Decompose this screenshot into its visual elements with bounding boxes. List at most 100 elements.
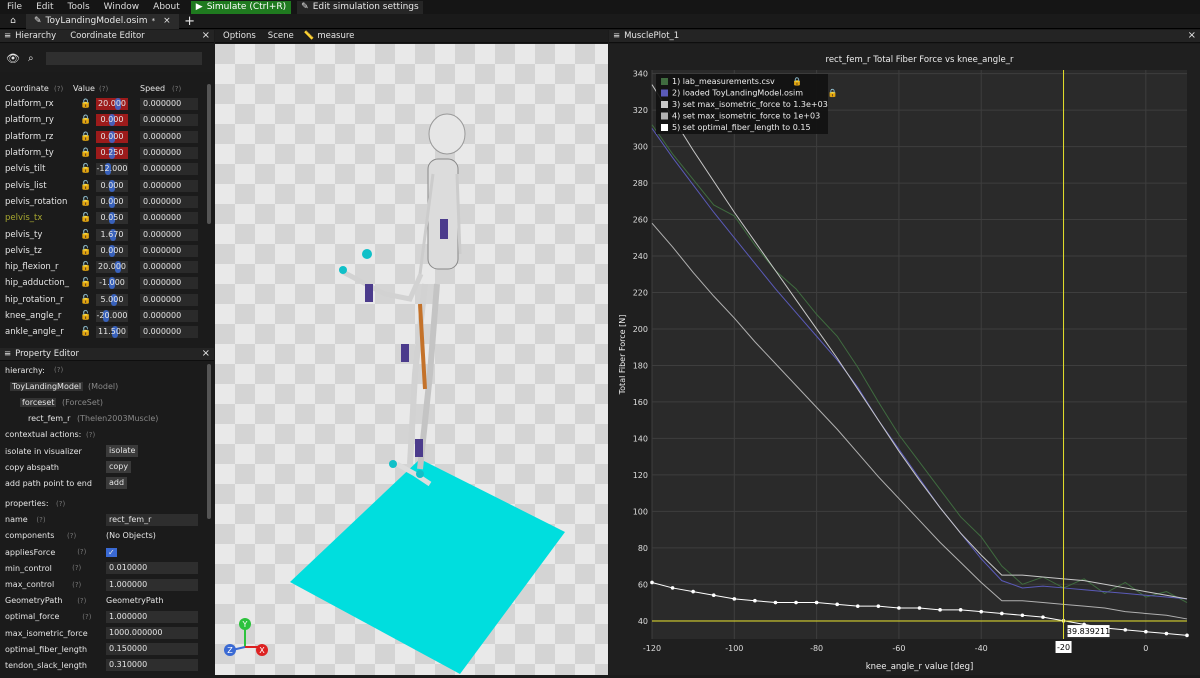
col-coordinate-help: (?) — [54, 85, 64, 93]
coord-speed-field[interactable]: 0.000000 — [140, 195, 198, 208]
unlock-icon[interactable]: 🔓 — [80, 327, 91, 337]
coord-speed-field[interactable]: 0.000000 — [140, 228, 198, 241]
unlock-icon[interactable]: 🔓 — [80, 278, 91, 288]
coord-value-slider[interactable]: 0.000 — [96, 244, 128, 257]
scene-menu[interactable]: Scene — [264, 31, 298, 41]
legend-entry-1[interactable]: 1) lab_measurements.csv — [672, 77, 775, 86]
menu-file[interactable]: File — [0, 2, 29, 12]
coord-speed-field[interactable]: 0.000000 — [140, 310, 198, 322]
unlock-icon[interactable]: 🔓 — [80, 295, 91, 305]
unlock-icon[interactable]: 🔓 — [80, 181, 91, 191]
coord-row: pelvis_tz 🔓 0.000 0.000000 — [0, 243, 206, 259]
coord-speed-field[interactable]: 0.000000 — [140, 261, 198, 274]
coord-speed-field[interactable]: 0.000000 — [140, 114, 198, 127]
coord-value-slider[interactable]: 0.000 — [96, 195, 128, 208]
coord-value-slider[interactable]: -12.000 — [96, 163, 128, 176]
lock-icon[interactable]: 🔒 — [80, 132, 91, 142]
coord-speed-field[interactable]: 0.000000 — [140, 147, 198, 160]
coord-value-slider[interactable]: 1.670 — [96, 228, 128, 241]
hamburger-icon[interactable]: ≡ — [0, 349, 15, 359]
lock-icon[interactable]: 🔒 — [828, 89, 838, 98]
muscle-plot[interactable]: -120 -100 -80 -60 -40 -20 0 40 60 80 100 120 140 160 1… — [609, 44, 1200, 675]
unlock-icon[interactable]: 🔓 — [80, 230, 91, 240]
coord-value-slider[interactable]: 0.000 — [96, 130, 128, 143]
property-value-field[interactable]: 0.150000 — [106, 643, 198, 656]
coord-speed-field[interactable]: 0.000000 — [140, 326, 198, 339]
home-icon[interactable]: ⌂ — [0, 16, 26, 26]
legend-entry-3[interactable]: 3) set max_isometric_force to 1.3e+03 — [672, 100, 828, 109]
lock-icon[interactable]: 🔒 — [80, 148, 91, 158]
lock-icon[interactable]: 🔒 — [80, 99, 91, 109]
lock-icon[interactable]: 🔒 — [792, 77, 802, 86]
coord-value-slider[interactable]: -1.000 — [96, 277, 128, 290]
legend-entry-2[interactable]: 2) loaded ToyLandingModel.osim — [672, 89, 803, 98]
close-tab-icon[interactable]: × — [163, 16, 171, 26]
unlock-icon[interactable]: 🔓 — [80, 164, 91, 174]
simulate-button[interactable]: ▶ Simulate (Ctrl+R) — [190, 0, 292, 14]
applies-force-checkbox[interactable]: ✓ — [106, 547, 117, 557]
legend-entry-5[interactable]: 5) set optimal_fiber_length to 0.15 — [672, 123, 811, 132]
property-value-field[interactable]: rect_fem_r — [106, 513, 198, 526]
coord-value-slider[interactable]: 0.250 — [96, 147, 128, 160]
menu-about[interactable]: About — [146, 2, 187, 12]
search-icon[interactable]: ⌕ — [28, 53, 34, 64]
property-scrollbar[interactable] — [207, 364, 211, 519]
coord-value-slider[interactable]: 20.000 — [96, 261, 128, 274]
menu-window[interactable]: Window — [97, 2, 147, 12]
coord-value-slider[interactable]: 0.000 — [96, 179, 128, 192]
coord-speed-field[interactable]: 0.000000 — [140, 212, 198, 225]
hamburger-icon[interactable]: ≡ — [0, 31, 15, 41]
coord-speed-field[interactable]: 0.000000 — [140, 244, 198, 257]
coord-speed-field[interactable]: 0.000000 — [140, 293, 198, 306]
hier-muscle[interactable]: rect_fem_r — [28, 414, 70, 423]
property-value-field[interactable]: 1000.000000 — [106, 627, 198, 640]
tab-coordinate-editor[interactable]: Coordinate Editor — [70, 31, 144, 41]
options-menu[interactable]: Options — [215, 31, 264, 41]
coord-value-slider[interactable]: 0.050 — [96, 212, 128, 225]
legend-entry-4[interactable]: 4) set max_isometric_force to 1e+03 — [672, 112, 820, 121]
unlock-icon[interactable]: 🔓 — [80, 311, 91, 321]
series-point — [1041, 615, 1045, 619]
coord-value-slider[interactable]: 11.500 — [96, 326, 128, 339]
measure-button[interactable]: measure — [317, 31, 354, 41]
add-tab-icon[interactable]: + — [179, 14, 201, 29]
coord-value-slider[interactable]: 20.000 — [96, 98, 128, 111]
coord-value-slider[interactable]: -20.000 — [96, 310, 128, 322]
coord-value-slider[interactable]: 0.000 — [96, 114, 128, 127]
unlock-icon[interactable]: 🔓 — [80, 246, 91, 256]
3d-viewport[interactable]: Y X Z — [215, 44, 608, 675]
property-value-field[interactable]: 0.010000 — [106, 562, 198, 575]
coord-speed-field[interactable]: 0.000000 — [140, 179, 198, 192]
unlock-icon[interactable]: 🔓 — [80, 262, 91, 272]
property-value-field[interactable]: 1.000000 — [106, 610, 198, 623]
hier-forceset[interactable]: forceset — [20, 397, 57, 407]
isolate-button[interactable]: isolate — [106, 445, 139, 458]
coord-speed-field[interactable]: 0.000000 — [140, 130, 198, 143]
coord-speed-field[interactable]: 0.000000 — [140, 98, 198, 111]
coord-scrollbar[interactable] — [207, 84, 211, 224]
unlock-icon[interactable]: 🔓 — [80, 197, 91, 207]
edit-simulation-settings-button[interactable]: ✎ Edit simulation settings — [297, 0, 423, 14]
copy-button[interactable]: copy — [106, 461, 132, 474]
series-point — [938, 608, 942, 612]
menu-tools[interactable]: Tools — [61, 2, 97, 12]
plot-svg[interactable]: -120 -100 -80 -60 -40 -20 0 40 60 80 100 120 140 160 1… — [609, 44, 1200, 675]
coord-value-slider[interactable]: 5.000 — [96, 293, 128, 306]
search-input[interactable] — [45, 51, 202, 65]
add-button[interactable]: add — [106, 477, 128, 490]
tab-model-file[interactable]: ✎ ToyLandingModel.osim * × — [26, 13, 179, 29]
hamburger-icon[interactable]: ≡ — [609, 31, 624, 41]
property-value-field[interactable]: 0.310000 — [106, 659, 198, 672]
hier-model[interactable]: ToyLandingModel — [10, 381, 84, 391]
eye-icon[interactable]: 👁 — [6, 52, 20, 65]
coord-speed-field[interactable]: 0.000000 — [140, 163, 198, 176]
property-value-field[interactable]: 1.000000 — [106, 578, 198, 591]
coord-speed-field[interactable]: 0.000000 — [140, 277, 198, 290]
unlock-icon[interactable]: 🔓 — [80, 213, 91, 223]
tab-hierarchy[interactable]: Hierarchy — [15, 31, 70, 41]
menu-edit[interactable]: Edit — [29, 2, 60, 12]
close-icon[interactable]: × — [202, 348, 210, 359]
close-icon[interactable]: × — [1188, 30, 1196, 41]
close-icon[interactable]: × — [202, 30, 210, 41]
lock-icon[interactable]: 🔒 — [80, 115, 91, 125]
